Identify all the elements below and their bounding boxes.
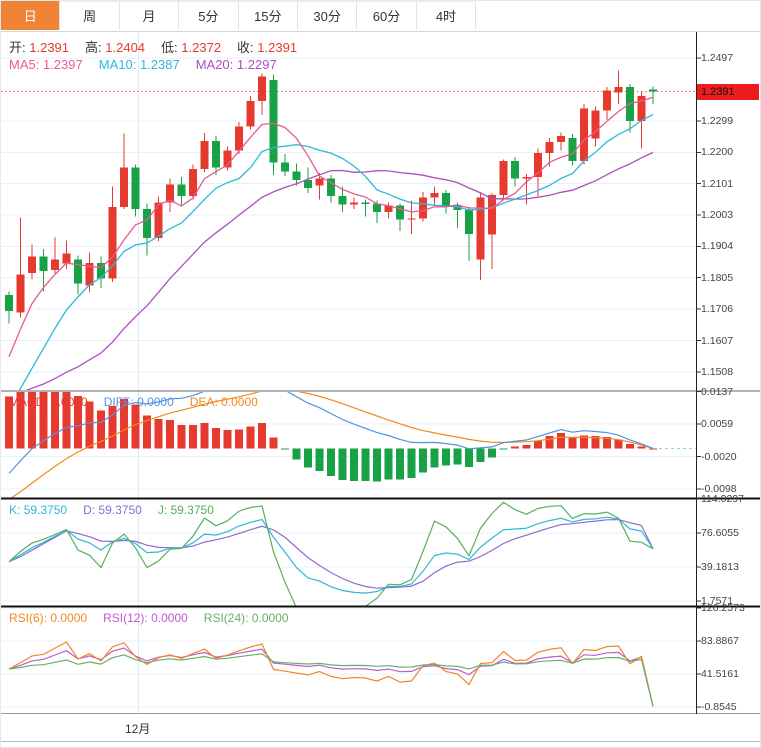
time-axis-month-label: 12月: [125, 720, 150, 737]
tab-15min[interactable]: 15分: [239, 1, 298, 30]
toolbar-filler: [476, 1, 761, 31]
price-axis-label: 1.2497: [701, 52, 733, 64]
tab-day[interactable]: 日: [1, 1, 60, 30]
macd-axis-label: 0.0137: [701, 386, 733, 398]
rsi-axis-label: 41.5161: [701, 668, 739, 680]
price-axis-label: 1.2003: [701, 209, 733, 221]
kdj-axis-label: 39.1813: [701, 561, 739, 573]
tab-5min[interactable]: 5分: [179, 1, 238, 30]
price-axis-label: 1.1904: [701, 240, 733, 252]
tab-week[interactable]: 周: [60, 1, 119, 30]
kdj-axis-label: 76.6055: [701, 527, 739, 539]
tab-60min[interactable]: 60分: [357, 1, 416, 30]
price-axis-label: 1.1805: [701, 272, 733, 284]
price-axis-label: 1.2200: [701, 146, 733, 158]
chart-canvas[interactable]: [1, 1, 761, 748]
rsi-axis-label: 126.2573: [701, 602, 745, 614]
price-axis-label: 1.2101: [701, 178, 733, 190]
price-axis-label: 1.1607: [701, 335, 733, 347]
price-axis-label: 1.2299: [701, 115, 733, 127]
period-toolbar: 日 周 月 5分 15分 30分 60分 4时: [1, 1, 761, 32]
kdj-axis-label: 114.0297: [701, 493, 744, 505]
macd-axis-label: 0.0059: [701, 418, 733, 430]
macd-axis-label: -0.0020: [701, 451, 737, 463]
kline-chart-app: 日 周 月 5分 15分 30分 60分 4时 开: 1.2391 高: 1.2…: [0, 0, 761, 748]
tab-month[interactable]: 月: [120, 1, 179, 30]
price-axis-label: 1.1508: [701, 366, 733, 378]
tab-4hour[interactable]: 4时: [417, 1, 476, 30]
current-price-badge: 1.2391: [697, 84, 759, 100]
rsi-axis-label: 83.8867: [701, 635, 739, 647]
tab-30min[interactable]: 30分: [298, 1, 357, 30]
price-axis-label: 1.1706: [701, 303, 733, 315]
time-axis: [1, 714, 761, 741]
rsi-axis-label: -0.8545: [701, 701, 737, 713]
